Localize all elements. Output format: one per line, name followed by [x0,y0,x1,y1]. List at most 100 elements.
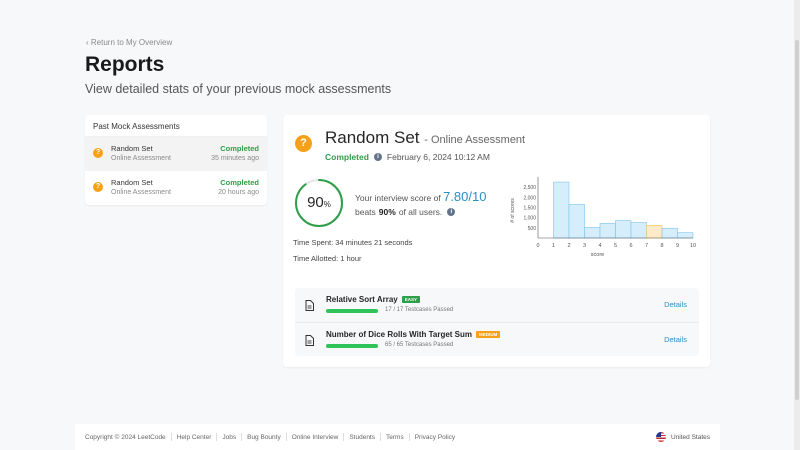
interview-score: 7.80/10 [443,189,487,204]
footer-separator [380,433,381,441]
score-statement: Your interview score of 7.80/10 [355,189,487,204]
x-tick-label: 10 [690,243,696,249]
region-label: United States [670,433,710,441]
y-tick-label: 2,000 [523,195,536,201]
difficulty-badge: EASY [401,296,420,303]
footer-copyright: Copyright © 2024 LeetCode [85,433,166,441]
x-tick-label: 1 [552,243,555,249]
beats-percentage: 90% [378,207,396,217]
region-selector[interactable]: United States [655,432,710,442]
footer-link[interactable]: Privacy Policy [415,434,455,441]
report-status: Completed [325,152,369,162]
x-tick-label: 3 [583,243,586,249]
scrollbar-thumb[interactable] [795,40,799,400]
beats-statement: beats 90% of all users. i [355,207,460,217]
page-scrollbar[interactable] [794,0,800,450]
footer-separator [285,433,287,441]
histogram-bar-highlighted [646,225,663,239]
histogram-bar [584,227,601,239]
page-title: Reports [85,53,165,76]
past-assessments-panel: Past Mock Assessments ? Random Set Onlin… [85,115,267,205]
problem-list: Relative Sort Array EASY 17 / 17 Testcase… [295,288,699,356]
histogram-bar [553,181,570,239]
histogram-bar [630,222,647,239]
question-mark-icon: ? [93,148,103,158]
assessment-name: Random Set [111,178,153,187]
histogram-bar [677,232,694,239]
problem-row: Number of Dice Rolls With Target Sum MEDI… [295,322,699,356]
footer-link[interactable]: Help Center [177,434,212,441]
past-assessments-title: Past Mock Assessments [85,115,267,137]
assessment-status: Completed [220,178,259,187]
assessment-name: Random Set [111,144,153,153]
x-tick-label: 2 [567,243,570,249]
document-icon [305,335,314,346]
us-flag-icon [655,432,666,442]
report-title: Random Set - Online Assessment [325,128,525,148]
assessment-report-card: ? Random Set - Online Assessment Complet… [283,115,710,367]
x-tick-label: 4 [598,243,601,249]
question-mark-icon: ? [295,135,312,152]
footer-separator [343,433,345,441]
problem-details-link[interactable]: Details [664,300,687,309]
assessment-status: Completed [220,144,259,153]
x-tick-label: 5 [614,243,617,249]
x-axis-label: score [591,252,604,258]
x-tick-label: 6 [629,243,632,249]
assessment-time: 35 minutes ago [211,155,259,162]
info-icon[interactable]: i [447,208,456,216]
testcase-progress-bar [326,309,378,313]
footer-link[interactable]: Terms [386,434,404,441]
histogram-bar [661,227,678,239]
histogram-bar [615,220,632,239]
percentile-value: 90% [307,194,331,211]
y-axis-label: # of scores [510,198,516,223]
document-icon [305,300,314,311]
footer-link[interactable]: Jobs [222,434,236,441]
x-tick-label: 8 [660,243,663,249]
x-tick-label: 9 [676,243,679,249]
past-assessment-item[interactable]: ? Random Set Online Assessment Completed… [85,171,267,205]
y-tick-label: 1,500 [523,206,536,212]
report-meta: Completed i February 6, 2024 10:12 AM [325,152,490,162]
testcases-passed: 17 / 17 Testcases Passed [385,307,454,313]
footer-separator [216,433,218,441]
footer-link[interactable]: Online Interview [292,434,339,441]
x-tick-label: 0 [536,243,539,249]
footer-link[interactable]: Bug Bounty [247,434,281,441]
y-tick-label: 2,500 [523,185,536,191]
footer-separator [170,433,172,441]
histogram-bar [568,204,585,239]
percentile-ring: 90% [293,177,345,229]
difficulty-badge: MEDIUM [476,331,501,338]
problem-details-link[interactable]: Details [664,335,687,344]
problem-name: Number of Dice Rolls With Target Sum MEDI… [326,330,501,339]
y-tick-label: 500 [528,226,537,232]
problem-row: Relative Sort Array EASY 17 / 17 Testcase… [295,288,699,322]
footer-separator [408,433,410,441]
x-tick-label: 7 [645,243,648,249]
histogram-bar [599,223,616,239]
assessment-type: Online Assessment [111,155,171,162]
question-mark-icon: ? [93,182,103,192]
report-set-type: - Online Assessment [424,134,526,146]
assessment-time: 20 hours ago [218,189,259,196]
page-footer: Copyright © 2024 LeetCode Help Center Jobs… [75,424,720,450]
testcase-progress-bar [326,344,378,348]
assessment-type: Online Assessment [111,189,171,196]
page-subtitle: View detailed stats of your previous moc… [85,82,392,96]
time-allotted: Time Allotted: 1 hour [293,254,362,263]
testcases-passed: 65 / 65 Testcases Passed [385,342,454,348]
past-assessment-item[interactable]: ? Random Set Online Assessment Completed… [85,137,267,171]
report-date: February 6, 2024 10:12 AM [386,152,490,162]
footer-link[interactable]: Students [349,434,375,441]
footer-links: Copyright © 2024 LeetCode Help Center Jobs… [85,433,455,441]
footer-separator [241,433,243,441]
return-to-overview-link[interactable]: ‹ Return to My Overview [86,38,172,47]
score-distribution-chart: 0 1 2 3 4 5 6 7 8 9 10 500 1,000 1,500 2,000 2,500 score… [510,177,696,258]
problem-name: Relative Sort Array EASY [326,295,420,304]
y-tick-label: 1,000 [523,216,536,222]
info-icon[interactable]: i [373,153,382,161]
report-set-name: Random Set [325,128,420,147]
time-spent: Time Spent: 34 minutes 21 seconds [293,238,413,247]
